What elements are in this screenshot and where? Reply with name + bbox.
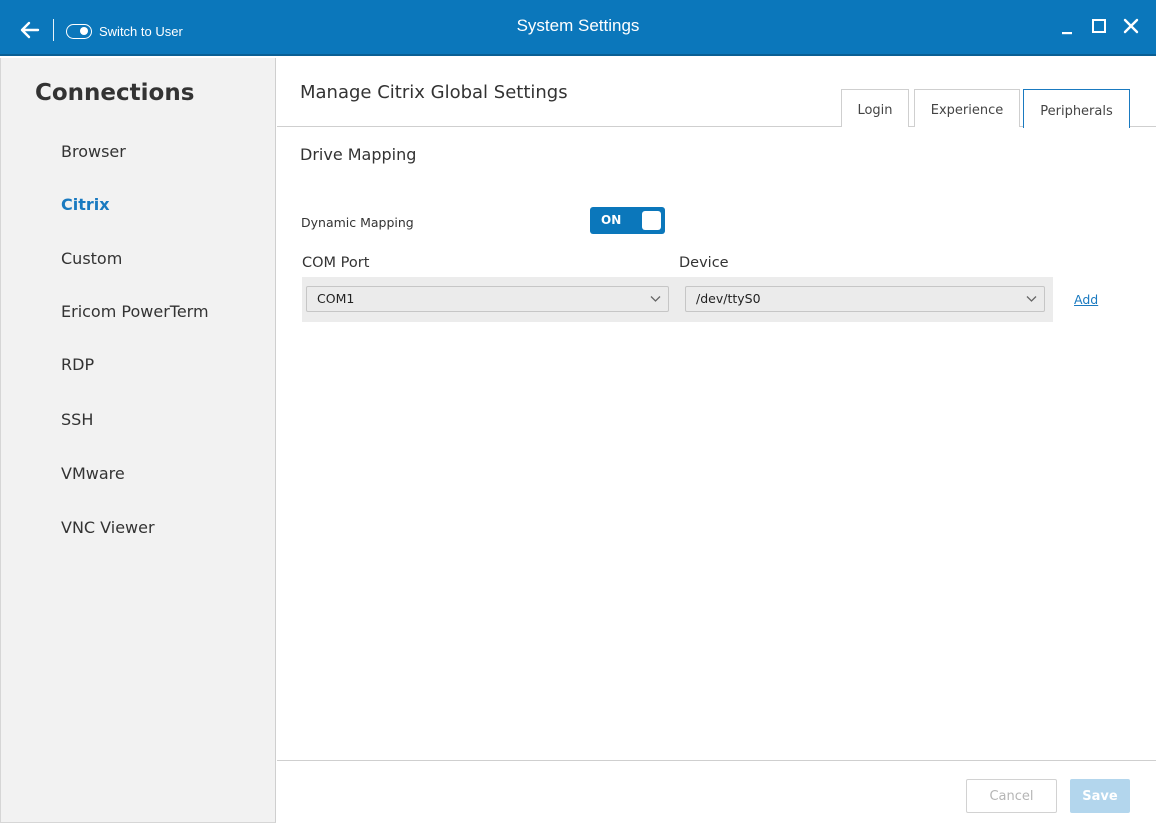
- com-port-value: COM1: [317, 291, 355, 306]
- tab-experience[interactable]: Experience: [914, 89, 1020, 127]
- device-value: /dev/ttyS0: [696, 291, 761, 306]
- arrow-left-icon: [20, 21, 40, 39]
- sidebar-heading: Connections: [35, 80, 195, 106]
- sidebar-item-custom[interactable]: Custom: [61, 249, 122, 268]
- switch-to-user-toggle[interactable]: Switch to User: [66, 21, 183, 41]
- title-bar: Switch to User System Settings: [0, 0, 1156, 56]
- toggle-state-label: ON: [601, 213, 622, 227]
- title-bar-divider: [53, 19, 54, 41]
- add-link[interactable]: Add: [1074, 292, 1098, 307]
- close-button[interactable]: [1120, 12, 1142, 40]
- mapping-row: COM1 /dev/ttyS0: [302, 277, 1053, 322]
- dynamic-mapping-label: Dynamic Mapping: [301, 215, 414, 230]
- toggle-knob: [642, 211, 661, 230]
- sidebar-item-vmware[interactable]: VMware: [61, 464, 125, 483]
- device-select[interactable]: /dev/ttyS0: [685, 286, 1045, 312]
- device-column-label: Device: [679, 255, 729, 271]
- tab-login-label: Login: [857, 103, 893, 118]
- com-port-select[interactable]: COM1: [306, 286, 669, 312]
- main-panel: Manage Citrix Global Settings Login Expe…: [277, 58, 1156, 823]
- sidebar-item-rdp[interactable]: RDP: [61, 355, 94, 374]
- minimize-button[interactable]: [1056, 12, 1078, 40]
- footer-bar: Cancel Save: [277, 760, 1156, 823]
- close-icon: [1123, 18, 1139, 34]
- tab-login[interactable]: Login: [841, 89, 909, 127]
- dynamic-mapping-toggle[interactable]: ON: [590, 207, 665, 234]
- tab-experience-label: Experience: [930, 103, 1004, 118]
- page-title: Manage Citrix Global Settings: [300, 82, 568, 103]
- window-controls: [1056, 12, 1142, 40]
- sidebar-item-citrix[interactable]: Citrix: [61, 195, 110, 214]
- tab-peripherals[interactable]: Peripherals: [1023, 89, 1130, 128]
- minimize-icon: [1062, 32, 1072, 35]
- sidebar-item-vnc-viewer[interactable]: VNC Viewer: [61, 518, 155, 537]
- maximize-button[interactable]: [1088, 12, 1110, 40]
- chevron-down-icon: [650, 296, 661, 302]
- maximize-icon: [1092, 19, 1106, 33]
- sidebar-item-ericom-powerterm[interactable]: Ericom PowerTerm: [61, 302, 209, 321]
- back-button[interactable]: [18, 18, 42, 42]
- toggle-icon: [66, 23, 92, 39]
- sidebar: Connections Browser Citrix Custom Ericom…: [0, 58, 276, 823]
- section-title: Drive Mapping: [300, 145, 417, 164]
- sidebar-item-ssh[interactable]: SSH: [61, 410, 93, 429]
- cancel-button[interactable]: Cancel: [966, 779, 1057, 813]
- switch-to-user-label: Switch to User: [99, 23, 183, 39]
- sidebar-item-browser[interactable]: Browser: [61, 142, 126, 161]
- chevron-down-icon: [1026, 296, 1037, 302]
- tab-peripherals-label: Peripherals: [1040, 104, 1113, 119]
- save-button[interactable]: Save: [1070, 779, 1130, 813]
- com-port-column-label: COM Port: [302, 255, 370, 271]
